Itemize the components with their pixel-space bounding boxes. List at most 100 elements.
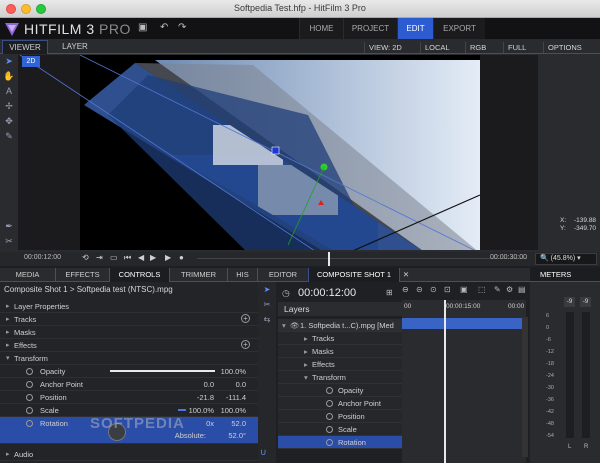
keyframe-toggle-icon[interactable] (26, 420, 33, 427)
layer-sub-transform[interactable]: ▾ Transform (278, 371, 402, 384)
tab-history[interactable]: HIS (228, 268, 258, 282)
export-frame-icon[interactable]: ⊡ (444, 285, 451, 294)
position-x-value[interactable]: -21.8 (180, 393, 214, 402)
snapshot-icon[interactable]: ▣ (460, 285, 468, 294)
keyframe-toggle-icon[interactable] (26, 381, 33, 388)
magnet-icon[interactable]: ∪ (260, 447, 267, 458)
anchor-y-value[interactable]: 0.0 (212, 380, 246, 389)
go-start-icon[interactable]: ⏮ (124, 253, 131, 263)
brush-icon[interactable]: ✎ (494, 285, 501, 294)
layer-sub-anchor[interactable]: Anchor Point (278, 397, 402, 410)
layer-sub-tracks[interactable]: ▸ Tracks (278, 332, 402, 345)
options-menu[interactable]: OPTIONS (543, 42, 586, 53)
scrub-playhead[interactable] (328, 252, 330, 266)
timeline-scrollbar[interactable] (522, 317, 528, 457)
loop-icon[interactable]: ⟲ (82, 253, 89, 262)
hand-tool-icon[interactable]: ✋ (2, 71, 16, 86)
tab-effects[interactable]: EFFECTS (56, 268, 110, 282)
video-clip[interactable] (402, 318, 522, 329)
keyframe-toggle-icon[interactable] (326, 426, 333, 433)
tab-home[interactable]: HOME (299, 18, 343, 39)
in-out-icon[interactable]: ⇥ (96, 253, 103, 262)
visibility-eye-icon[interactable]: 👁 (290, 321, 300, 330)
control-anchor-point[interactable]: Anchor Point 0.0 0.0 (0, 378, 258, 391)
rotation-turns-value[interactable]: 0x (180, 419, 214, 428)
add-effect-button[interactable]: + (241, 340, 250, 349)
viewer-canvas[interactable] (18, 55, 538, 250)
control-group-audio[interactable]: ▸ Audio (0, 448, 258, 461)
editor-timecode[interactable]: 00:00:12:00 (298, 287, 356, 299)
control-position[interactable]: Position -21.8 -111.4 (0, 391, 258, 404)
add-layer-icon[interactable]: ⊞ (386, 288, 393, 297)
timeline-tracks[interactable] (402, 316, 526, 463)
control-group-effects[interactable]: ▸ Effects + (0, 339, 258, 352)
move-tool-icon[interactable]: ✥ (2, 116, 16, 131)
position-y-value[interactable]: -111.4 (212, 393, 246, 402)
settings-gear-icon[interactable]: ⚙ (506, 285, 513, 294)
tab-meters[interactable]: METERS (530, 268, 600, 282)
anchor-x-value[interactable]: 0.0 (180, 380, 214, 389)
mask-tool-icon[interactable]: ✂ (2, 236, 16, 251)
tab-controls[interactable]: CONTROLS (110, 268, 170, 282)
record-icon[interactable]: ● (179, 253, 184, 262)
tab-edit[interactable]: EDIT (397, 18, 433, 39)
tab-project[interactable]: PROJECT (343, 18, 397, 39)
space-select[interactable]: LOCAL (420, 42, 454, 53)
paint-tool-icon[interactable]: ✎ (2, 131, 16, 146)
control-group-transform[interactable]: ▾ Transform (0, 352, 258, 365)
layer-sub-opacity[interactable]: Opacity (278, 384, 402, 397)
rotated-video-layer[interactable] (18, 55, 538, 250)
layer-sub-masks[interactable]: ▸ Masks (278, 345, 402, 358)
scrub-track[interactable] (197, 258, 527, 259)
timeline-playhead[interactable] (444, 300, 446, 463)
step-back-icon[interactable]: ⊝ (416, 285, 423, 294)
slice-tool-icon[interactable]: ✂ (258, 297, 276, 312)
view-mode-select[interactable]: VIEW: 2D (364, 42, 406, 53)
slip-tool-icon[interactable]: ⇆ (258, 312, 276, 327)
play-icon[interactable]: ▶ (165, 253, 171, 262)
undo-icon[interactable]: ↶ (160, 22, 168, 33)
step-forward-icon[interactable]: ▶ (150, 253, 156, 262)
keyframe-toggle-icon[interactable] (326, 387, 333, 394)
scale-x-value[interactable]: 100.0% (180, 406, 214, 415)
step-forward-icon[interactable]: ⊙ (430, 285, 437, 294)
film-icon[interactable]: ▤ (518, 285, 526, 294)
tab-layer[interactable]: LAYER (58, 40, 92, 54)
redo-icon[interactable]: ↷ (178, 22, 186, 33)
select-tool-icon[interactable]: ➤ (2, 56, 16, 71)
step-back-icon[interactable]: ◀ (138, 253, 144, 262)
pen-tool-icon[interactable]: ✒ (2, 221, 16, 236)
keyframe-toggle-icon[interactable] (326, 400, 333, 407)
zoom-select[interactable]: 🔍 (45.8%) ▾ (535, 253, 597, 265)
make-composite-icon[interactable]: ⬚ (478, 285, 486, 294)
layer-sub-scale[interactable]: Scale (278, 423, 402, 436)
keyframe-toggle-icon[interactable] (326, 413, 333, 420)
rotation-degrees-value[interactable]: 52.0 (212, 419, 246, 428)
control-group-tracks[interactable]: ▸ Tracks + (0, 313, 258, 326)
go-start-icon[interactable]: ⊖ (402, 285, 409, 294)
frame-mark-icon[interactable]: ▭ (110, 253, 118, 262)
add-track-button[interactable]: + (241, 314, 250, 323)
keyframe-toggle-icon[interactable] (26, 394, 33, 401)
tab-composite-shot[interactable]: COMPOSITE SHOT 1 (308, 268, 400, 282)
opacity-value[interactable]: 100.0% (212, 367, 246, 376)
opacity-slider[interactable] (110, 370, 215, 372)
timeline-select-icon[interactable]: ➤ (258, 282, 276, 297)
tab-editor[interactable]: EDITOR (260, 268, 306, 282)
color-channel-select[interactable]: RGB (465, 42, 490, 53)
save-icon[interactable]: ▣ (138, 22, 147, 33)
tab-viewer[interactable]: VIEWER (2, 40, 48, 54)
layer-sub-effects[interactable]: ▸ Effects (278, 358, 402, 371)
tab-trimmer[interactable]: TRIMMER (170, 268, 228, 282)
tab-media[interactable]: MEDIA (0, 268, 56, 282)
close-tab-icon[interactable]: ✕ (400, 268, 412, 282)
transform-tool-icon[interactable]: ✢ (2, 101, 16, 116)
scale-y-value[interactable]: 100.0% (212, 406, 246, 415)
control-group-layer-properties[interactable]: ▸ Layer Properties (0, 300, 258, 313)
quality-select[interactable]: FULL (503, 42, 530, 53)
layer-sub-position[interactable]: Position (278, 410, 402, 423)
keyframe-toggle-icon[interactable] (326, 439, 333, 446)
control-group-masks[interactable]: ▸ Masks (0, 326, 258, 339)
keyframe-toggle-icon[interactable] (26, 407, 33, 414)
layer-row[interactable]: ▾ 👁 1. Softpedia t...C).mpg [Med (278, 319, 402, 332)
